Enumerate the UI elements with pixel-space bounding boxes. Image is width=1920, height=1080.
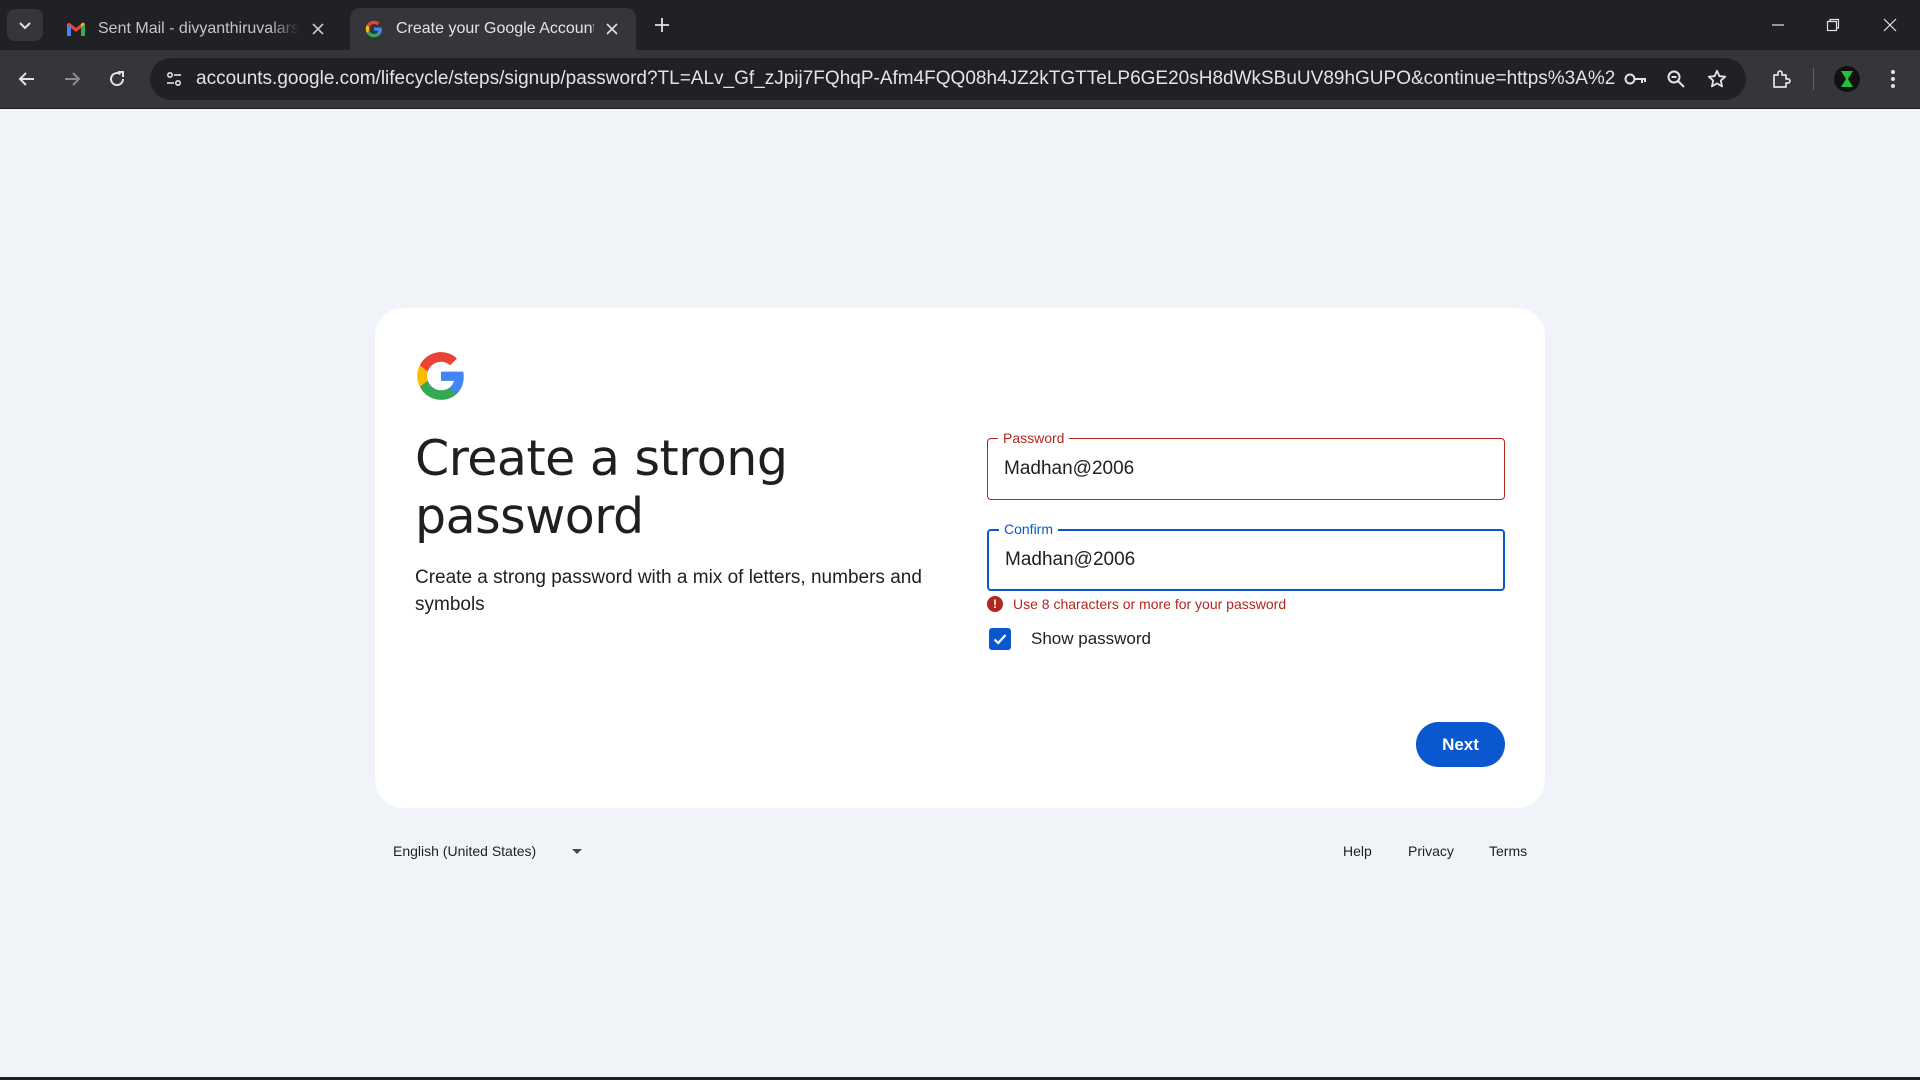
profile-avatar[interactable] — [1834, 66, 1860, 92]
dropdown-arrow-icon — [572, 848, 583, 854]
privacy-link[interactable]: Privacy — [1408, 836, 1454, 866]
more-vert-icon — [1891, 70, 1895, 88]
bookmark-star-icon[interactable] — [1703, 65, 1731, 93]
password-input[interactable] — [1004, 439, 1484, 499]
arrow-left-icon — [18, 72, 34, 86]
language-label: English (United States) — [393, 843, 537, 859]
browser-tab-strip: Sent Mail - divyanthiruvalarselvan Creat… — [0, 0, 1920, 50]
minimize-button[interactable] — [1758, 10, 1798, 40]
back-button[interactable] — [10, 62, 44, 96]
language-selector[interactable]: English (United States) — [393, 836, 583, 866]
error-icon: ! — [987, 596, 1003, 612]
show-password-label: Show password — [1031, 629, 1152, 648]
restore-button[interactable] — [1813, 10, 1853, 40]
password-field[interactable]: Password — [987, 429, 1505, 500]
password-error-message: ! Use 8 characters or more for your pass… — [987, 596, 1286, 612]
show-password-toggle[interactable]: Show password — [989, 628, 1151, 650]
close-tab-icon[interactable] — [602, 19, 622, 39]
tab-title: Sent Mail - divyanthiruvalarselvan — [98, 20, 300, 37]
close-icon — [1883, 18, 1897, 32]
tab-title: Create your Google Account — [396, 20, 594, 37]
tab-search-button[interactable] — [7, 9, 43, 41]
arrow-right-icon — [65, 72, 81, 86]
google-logo-icon — [417, 352, 464, 400]
address-bar[interactable]: accounts.google.com/lifecycle/steps/sign… — [150, 58, 1746, 100]
avatar-icon — [1841, 71, 1853, 87]
site-info-icon[interactable] — [160, 65, 188, 93]
chevron-down-icon — [19, 22, 31, 30]
signup-card: Create a strong password Create a strong… — [375, 308, 1545, 808]
new-tab-button[interactable] — [650, 13, 674, 37]
show-password-checkbox[interactable] — [989, 628, 1011, 650]
reload-button[interactable] — [100, 62, 134, 96]
page-title: Create a strong password — [415, 430, 788, 545]
puzzle-icon — [1773, 70, 1791, 88]
extensions-button[interactable] — [1764, 62, 1798, 96]
page-subtitle: Create a strong password with a mix of l… — [415, 567, 922, 615]
confirm-password-field[interactable]: Confirm — [987, 520, 1505, 591]
close-tab-icon[interactable] — [308, 19, 328, 39]
browser-toolbar: accounts.google.com/lifecycle/steps/sign… — [0, 50, 1920, 109]
close-window-button[interactable] — [1870, 10, 1910, 40]
zoom-icon[interactable] — [1662, 65, 1690, 93]
page-footer: English (United States) Help Privacy Ter… — [375, 836, 1545, 866]
restore-icon — [1826, 18, 1840, 32]
forward-button[interactable] — [55, 62, 89, 96]
url-text[interactable]: accounts.google.com/lifecycle/steps/sign… — [196, 58, 1616, 100]
menu-button[interactable] — [1876, 62, 1910, 96]
gmail-icon — [66, 19, 86, 39]
plus-icon — [655, 18, 669, 32]
error-text: Use 8 characters or more for your passwo… — [1013, 596, 1287, 612]
help-link[interactable]: Help — [1343, 836, 1372, 866]
checkmark-icon — [993, 634, 1007, 645]
toolbar-divider — [1813, 68, 1814, 90]
google-g-icon — [364, 19, 384, 39]
tab-sent-mail[interactable]: Sent Mail - divyanthiruvalarselvan — [52, 8, 342, 50]
minimize-icon — [1772, 24, 1784, 26]
tab-create-account[interactable]: Create your Google Account — [350, 8, 636, 50]
reload-icon — [110, 71, 125, 87]
next-button[interactable]: Next — [1416, 722, 1505, 767]
password-key-icon[interactable] — [1622, 65, 1650, 93]
confirm-password-input[interactable] — [1005, 531, 1485, 589]
terms-link[interactable]: Terms — [1489, 836, 1527, 866]
